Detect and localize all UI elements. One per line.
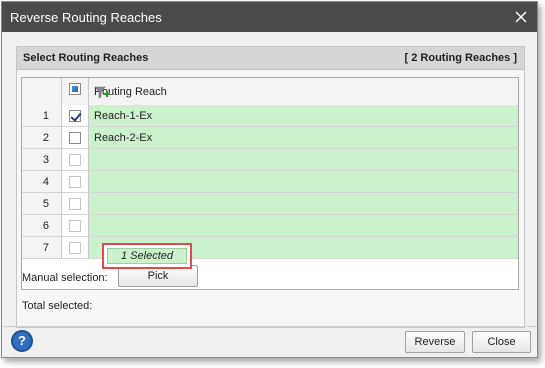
- close-button[interactable]: Close: [472, 331, 531, 353]
- row-number-cell: 6: [22, 215, 62, 236]
- reach-count-label: [ 2 Routing Reaches ]: [404, 52, 517, 64]
- manual-selection-label: Manual selection:: [22, 272, 108, 284]
- select-all-checkbox[interactable]: [69, 83, 81, 95]
- routing-reach-grid: Routing Reach 1 Reach-1-Ex 2 Reach-2-Ex 3 4 5 6…: [21, 77, 519, 290]
- grid-header-row: Routing Reach: [22, 78, 518, 106]
- routing-reach-cell: Reach-1-Ex: [89, 105, 518, 126]
- reverse-button[interactable]: Reverse: [405, 331, 465, 353]
- total-selected-label: Total selected:: [22, 300, 93, 312]
- row-number: 5: [42, 198, 49, 210]
- row-number: 6: [42, 220, 49, 232]
- row-checkbox: [69, 198, 81, 210]
- table-row[interactable]: 3: [22, 149, 518, 171]
- footer-divider: [2, 326, 537, 327]
- row-checkbox: [69, 176, 81, 188]
- routing-reach-name: Reach-1-Ex: [94, 110, 153, 122]
- row-checkbox-cell: [62, 149, 89, 170]
- row-number: 4: [42, 176, 49, 188]
- close-icon[interactable]: [511, 7, 531, 27]
- row-number-cell: 7: [22, 237, 62, 258]
- row-number-cell: 3: [22, 149, 62, 170]
- row-number: 7: [42, 242, 49, 254]
- row-checkbox-cell: [62, 105, 89, 126]
- row-number-header: [22, 78, 62, 105]
- row-number: 3: [42, 154, 49, 166]
- row-number-cell: 1: [22, 105, 62, 126]
- routing-reach-name: Reach-2-Ex: [94, 132, 153, 144]
- row-checkbox[interactable]: [69, 132, 81, 144]
- row-checkbox-cell: [62, 127, 89, 148]
- row-number-cell: 2: [22, 127, 62, 148]
- row-checkbox-cell: [62, 171, 89, 192]
- routing-reach-cell: Reach-2-Ex: [89, 127, 518, 148]
- routing-reach-cell: [89, 171, 518, 192]
- row-checkbox[interactable]: [69, 110, 81, 122]
- table-row[interactable]: 2 Reach-2-Ex: [22, 127, 518, 149]
- panel-header: Select Routing Reaches [ 2 Routing Reach…: [17, 47, 524, 70]
- row-number: 1: [42, 110, 49, 122]
- reverse-routing-reaches-dialog: Reverse Routing Reaches Select Routing R…: [1, 1, 538, 358]
- row-number-cell: 5: [22, 193, 62, 214]
- row-checkbox: [69, 220, 81, 232]
- row-number: 2: [42, 132, 49, 144]
- table-row[interactable]: 4: [22, 171, 518, 193]
- title-bar: Reverse Routing Reaches: [2, 2, 537, 32]
- select-all-cell: [62, 78, 89, 105]
- row-checkbox: [69, 242, 81, 254]
- table-row[interactable]: 7: [22, 237, 518, 259]
- total-selected-highlight: 1 Selected: [102, 243, 192, 269]
- row-number-cell: 4: [22, 171, 62, 192]
- table-row[interactable]: 5: [22, 193, 518, 215]
- select-routing-reaches-panel: Select Routing Reaches [ 2 Routing Reach…: [16, 46, 525, 328]
- row-checkbox-cell: [62, 237, 89, 258]
- filter-add-icon[interactable]: [94, 86, 110, 100]
- total-selected-value: 1 Selected: [107, 248, 187, 264]
- routing-reach-cell: [89, 193, 518, 214]
- row-checkbox: [69, 154, 81, 166]
- routing-reach-cell: [89, 215, 518, 236]
- row-checkbox-cell: [62, 215, 89, 236]
- routing-reach-cell: [89, 149, 518, 170]
- row-checkbox-cell: [62, 193, 89, 214]
- table-row[interactable]: 6: [22, 215, 518, 237]
- panel-title: Select Routing Reaches: [23, 52, 149, 64]
- table-row[interactable]: 1 Reach-1-Ex: [22, 105, 518, 127]
- dialog-title: Reverse Routing Reaches: [10, 10, 162, 25]
- help-icon[interactable]: ?: [11, 330, 33, 352]
- routing-reach-column-header[interactable]: Routing Reach: [89, 78, 518, 105]
